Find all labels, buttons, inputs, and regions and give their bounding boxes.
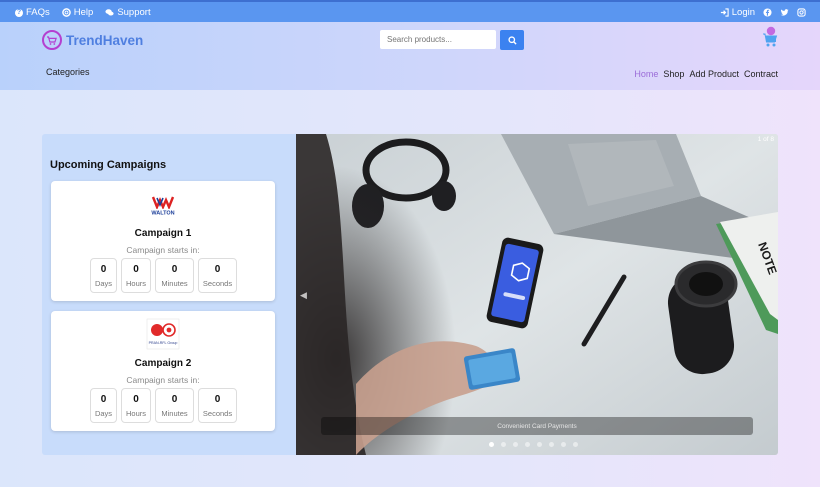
slide-counter: 1 of 8 bbox=[757, 136, 774, 143]
countdown-days: 0 Days bbox=[90, 388, 117, 423]
nav-shop[interactable]: Shop bbox=[663, 69, 684, 79]
days-label: Days bbox=[94, 408, 113, 418]
support-label: Support bbox=[117, 7, 151, 18]
slide-caption: Convenient Card Payments bbox=[321, 417, 753, 435]
faqs-link[interactable]: ? FAQs bbox=[15, 7, 50, 18]
question-icon: ? bbox=[15, 8, 23, 17]
campaign-card[interactable]: PRAN-RFL Group Campaign 2 Campaign start… bbox=[51, 311, 275, 431]
instagram-icon[interactable] bbox=[797, 8, 806, 17]
seconds-label: Seconds bbox=[202, 278, 233, 288]
seconds-value: 0 bbox=[214, 393, 221, 405]
search-button[interactable] bbox=[500, 30, 524, 50]
slide-dot[interactable] bbox=[489, 442, 494, 447]
login-label: Login bbox=[731, 7, 755, 18]
minutes-value: 0 bbox=[171, 263, 178, 275]
campaign-starts-label: Campaign starts in: bbox=[126, 375, 200, 385]
hours-value: 0 bbox=[133, 393, 139, 405]
slide-dot[interactable] bbox=[573, 442, 578, 447]
search-bar bbox=[380, 30, 524, 50]
upcoming-campaigns-panel: Upcoming Campaigns WALTON Campaign 1 Cam… bbox=[42, 134, 296, 455]
seconds-value: 0 bbox=[214, 263, 221, 275]
slide-indicators bbox=[489, 442, 578, 447]
minutes-label: Minutes bbox=[161, 408, 188, 418]
nav-contract[interactable]: Contract bbox=[744, 69, 778, 79]
slide-dot[interactable] bbox=[561, 442, 566, 447]
faqs-label: FAQs bbox=[26, 7, 50, 18]
minutes-value: 0 bbox=[171, 393, 178, 405]
comments-icon bbox=[105, 9, 114, 16]
slide-dot[interactable] bbox=[501, 442, 506, 447]
slide-dot[interactable] bbox=[525, 442, 530, 447]
facebook-icon[interactable] bbox=[763, 8, 772, 17]
support-link[interactable]: Support bbox=[105, 7, 151, 18]
campaign-title: Campaign 2 bbox=[134, 358, 192, 369]
countdown-hours: 0 Hours bbox=[121, 258, 151, 293]
countdown-minutes: 0 Minutes bbox=[155, 388, 194, 423]
svg-text:PRAN-RFL Group: PRAN-RFL Group bbox=[149, 341, 178, 345]
top-bar: ? FAQs Help Support Login bbox=[0, 0, 820, 22]
search-input[interactable] bbox=[380, 30, 496, 49]
nav-home[interactable]: Home bbox=[634, 69, 658, 79]
slide-image: NOTE bbox=[296, 134, 778, 455]
hero-carousel[interactable]: NOTE 1 of 8 ◀ Convenient Card Payments bbox=[296, 134, 778, 455]
help-link[interactable]: Help bbox=[61, 7, 94, 18]
countdown-hours: 0 Hours bbox=[121, 388, 151, 423]
hours-value: 0 bbox=[133, 263, 139, 275]
countdown: 0 Days 0 Hours 0 Minutes 0 Seconds bbox=[90, 258, 237, 293]
countdown-days: 0 Days bbox=[90, 258, 117, 293]
svg-text:WALTON: WALTON bbox=[151, 211, 174, 217]
brand-name: TrendHaven bbox=[66, 32, 144, 48]
countdown-seconds: 0 Seconds bbox=[198, 258, 237, 293]
campaigns-heading: Upcoming Campaigns bbox=[50, 159, 167, 171]
site-header: TrendHaven Categories Home Shop Add Prod… bbox=[0, 22, 820, 90]
nav-add-product[interactable]: Add Product bbox=[689, 69, 739, 79]
pran-rfl-logo: PRAN-RFL Group bbox=[146, 318, 180, 350]
countdown-seconds: 0 Seconds bbox=[198, 388, 237, 423]
days-value: 0 bbox=[100, 263, 107, 275]
prev-slide-icon[interactable]: ◀ bbox=[300, 290, 307, 301]
cart-logo-icon bbox=[42, 30, 62, 50]
campaign-card[interactable]: WALTON Campaign 1 Campaign starts in: 0 … bbox=[51, 181, 275, 301]
days-value: 0 bbox=[100, 393, 107, 405]
main-nav: Home Shop Add Product Contract bbox=[634, 69, 778, 79]
hours-label: Hours bbox=[125, 278, 146, 288]
slide-dot[interactable] bbox=[513, 442, 518, 447]
categories-menu[interactable]: Categories bbox=[46, 67, 90, 77]
seconds-label: Seconds bbox=[202, 408, 233, 418]
help-label: Help bbox=[73, 7, 94, 18]
countdown: 0 Days 0 Hours 0 Minutes 0 Seconds bbox=[90, 388, 237, 423]
days-label: Days bbox=[94, 278, 113, 288]
hours-label: Hours bbox=[125, 408, 146, 418]
search-icon bbox=[507, 35, 517, 45]
walton-logo: WALTON bbox=[150, 196, 176, 217]
campaign-title: Campaign 1 bbox=[134, 228, 192, 239]
lifebuoy-icon bbox=[61, 8, 71, 17]
login-link[interactable]: Login bbox=[720, 7, 755, 18]
slide-dot[interactable] bbox=[549, 442, 554, 447]
slide-dot[interactable] bbox=[537, 442, 542, 447]
brand-logo[interactable]: TrendHaven bbox=[42, 30, 143, 50]
cart-icon[interactable] bbox=[762, 26, 778, 48]
minutes-label: Minutes bbox=[161, 278, 188, 288]
twitter-icon[interactable] bbox=[780, 8, 789, 17]
sign-in-icon bbox=[720, 8, 729, 17]
countdown-minutes: 0 Minutes bbox=[155, 258, 194, 293]
campaign-starts-label: Campaign starts in: bbox=[126, 245, 200, 255]
